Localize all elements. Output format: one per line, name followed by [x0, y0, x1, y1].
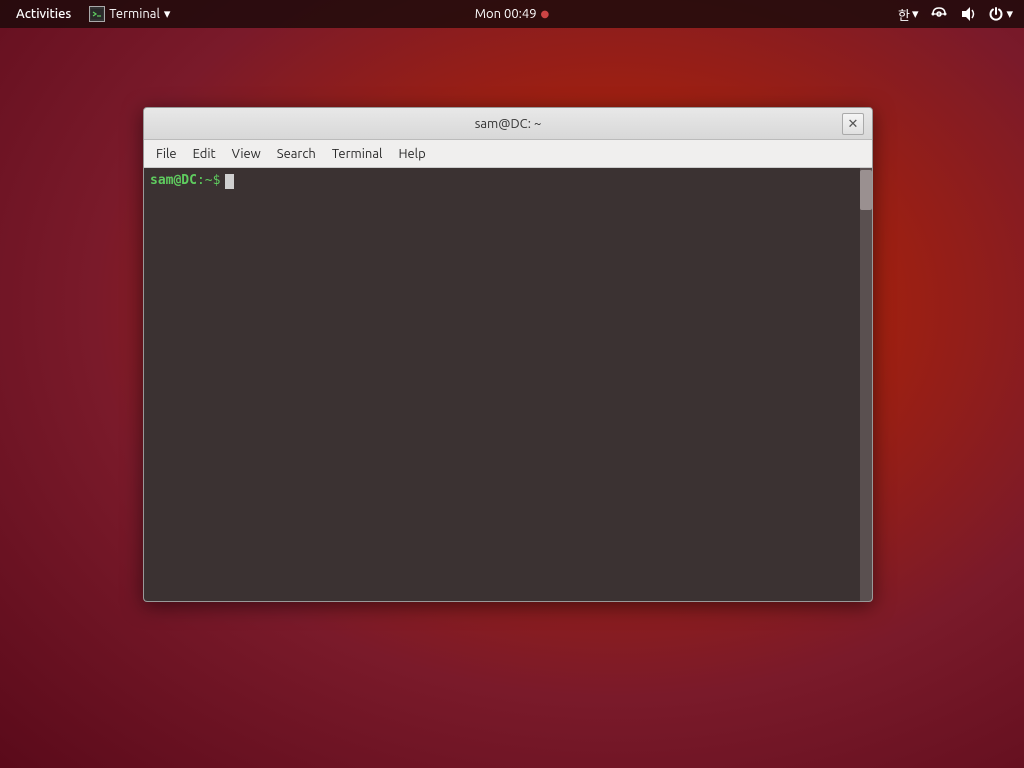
language-button[interactable]: 한 ▾ [895, 5, 922, 24]
terminal-scrollbar[interactable] [860, 168, 872, 601]
topbar-right: 한 ▾ ▾ [895, 5, 1016, 24]
network-button[interactable] [927, 6, 951, 22]
power-chevron: ▾ [1006, 7, 1013, 22]
terminal-menubar: File Edit View Search Terminal Help [144, 140, 872, 168]
terminal-title: sam@DC: ~ [475, 117, 542, 131]
terminal-window: sam@DC: ~ ✕ File Edit View Search Termin… [143, 107, 873, 602]
network-icon [930, 6, 948, 22]
menu-terminal[interactable]: Terminal [324, 142, 391, 166]
terminal-cursor [225, 174, 234, 189]
language-chevron: ▾ [912, 7, 919, 22]
topbar: Activities Terminal ▾ Mon 00:49 ● 한 ▾ [0, 0, 1024, 28]
terminal-app-icon [89, 6, 105, 22]
sound-icon [960, 6, 976, 22]
terminal-body[interactable]: sam@DC :~$ [144, 168, 872, 601]
app-menu-chevron: ▾ [164, 7, 171, 22]
topbar-left: Activities Terminal ▾ [8, 0, 176, 28]
app-menu-label: Terminal [109, 7, 160, 21]
terminal-close-button[interactable]: ✕ [842, 113, 864, 135]
menu-edit[interactable]: Edit [185, 142, 224, 166]
menu-help[interactable]: Help [390, 142, 433, 166]
activities-button[interactable]: Activities [8, 0, 79, 28]
terminal-titlebar: sam@DC: ~ ✕ [144, 108, 872, 140]
language-label: 한 [898, 5, 910, 24]
terminal-prompt-line: sam@DC :~$ [150, 172, 854, 190]
topbar-clock-area[interactable]: Mon 00:49 ● [475, 7, 550, 21]
sound-button[interactable] [957, 6, 979, 22]
scrollbar-thumb[interactable] [860, 170, 872, 210]
app-menu-button[interactable]: Terminal ▾ [83, 0, 176, 28]
prompt-user: sam@DC [150, 172, 197, 190]
clock-display: Mon 00:49 [475, 7, 537, 21]
clock-dot: ● [541, 8, 550, 20]
menu-file[interactable]: File [148, 142, 185, 166]
menu-search[interactable]: Search [269, 142, 324, 166]
power-icon [988, 6, 1004, 22]
prompt-path: :~$ [197, 172, 220, 190]
power-button[interactable]: ▾ [985, 6, 1016, 22]
terminal-content[interactable]: sam@DC :~$ [144, 168, 860, 601]
menu-view[interactable]: View [224, 142, 269, 166]
